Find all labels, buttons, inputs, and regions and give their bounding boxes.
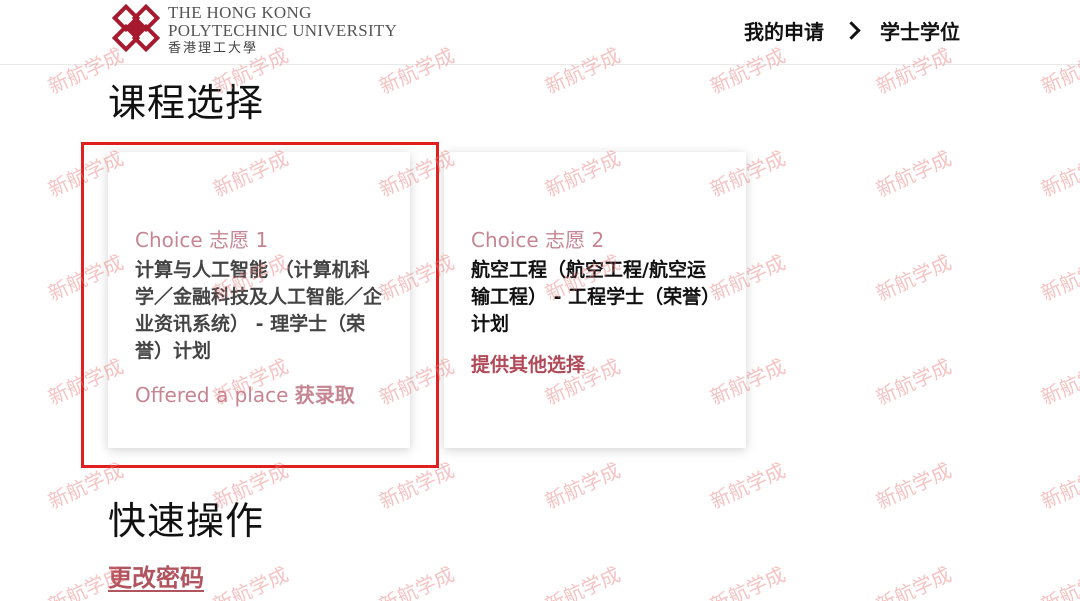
choice-card-1: Choice 志愿 1 计算与人工智能 （计算机科学／金融科技及人工智能／企业资… <box>108 152 410 448</box>
watermark-text: 新航学成 <box>1037 250 1080 306</box>
logo-line-3: 香港理工大學 <box>168 40 259 55</box>
choice-label: Choice 志愿 2 <box>471 228 605 252</box>
logo-line-2: Polytechnic University <box>168 21 398 40</box>
choice-label: Choice 志愿 1 <box>135 228 269 252</box>
change-password-link[interactable]: 更改密码 <box>108 558 204 593</box>
logo-wordmark: The Hong Kong Polytechnic University 香港理… <box>168 2 397 54</box>
chevron-right-icon <box>842 21 862 41</box>
watermark-text: 新航学成 <box>1037 458 1080 514</box>
breadcrumb-bachelor-degree[interactable]: 学士学位 <box>880 16 960 45</box>
watermark-text: 新航学成 <box>706 562 789 601</box>
watermark-text: 新航学成 <box>872 146 955 202</box>
watermark-text: 新航学成 <box>1037 562 1080 601</box>
polyu-emblem-icon <box>111 3 161 53</box>
watermark-text: 新航学成 <box>872 458 955 514</box>
provide-other-choice-link[interactable]: 提供其他选择 <box>471 350 720 377</box>
application-page: The Hong Kong Polytechnic University 香港理… <box>0 0 1080 601</box>
breadcrumb: 我的申请 学士学位 <box>744 16 960 45</box>
watermark-text: 新航学成 <box>872 250 955 306</box>
watermark-text: 新航学成 <box>706 458 789 514</box>
program-name: 航空工程（航空工程/航空运输工程） - 工程学士（荣誉）计划 <box>471 259 711 335</box>
university-logo[interactable]: The Hong Kong Polytechnic University 香港理… <box>110 2 397 54</box>
watermark-text: 新航学成 <box>209 562 292 601</box>
watermark-text: 新航学成 <box>872 562 955 601</box>
course-selection-title: 课程选择 <box>108 81 265 125</box>
offer-status: Offered a place 获录取 <box>135 379 384 408</box>
watermark-text: 新航学成 <box>541 562 624 601</box>
status-text-en: Offered a place <box>135 383 289 407</box>
watermark-text: 新航学成 <box>872 354 955 410</box>
watermark-text: 新航学成 <box>1037 354 1080 410</box>
watermark-text: 新航学成 <box>541 458 624 514</box>
program-name: 计算与人工智能 （计算机科学／金融科技及人工智能／企业资讯系统） - 理学士（荣… <box>135 259 383 362</box>
logo-line-1: The Hong Kong <box>168 3 312 22</box>
watermark-text: 新航学成 <box>375 458 458 514</box>
watermark-text: 新航学成 <box>1037 146 1080 202</box>
status-text-zh: 获录取 <box>294 383 355 407</box>
choice-card-2: Choice 志愿 2 航空工程（航空工程/航空运输工程） - 工程学士（荣誉）… <box>444 152 746 448</box>
top-header: The Hong Kong Polytechnic University 香港理… <box>0 0 1080 65</box>
breadcrumb-my-application[interactable]: 我的申请 <box>744 16 824 45</box>
watermark-text: 新航学成 <box>375 562 458 601</box>
quick-actions-title: 快速操作 <box>108 499 265 543</box>
